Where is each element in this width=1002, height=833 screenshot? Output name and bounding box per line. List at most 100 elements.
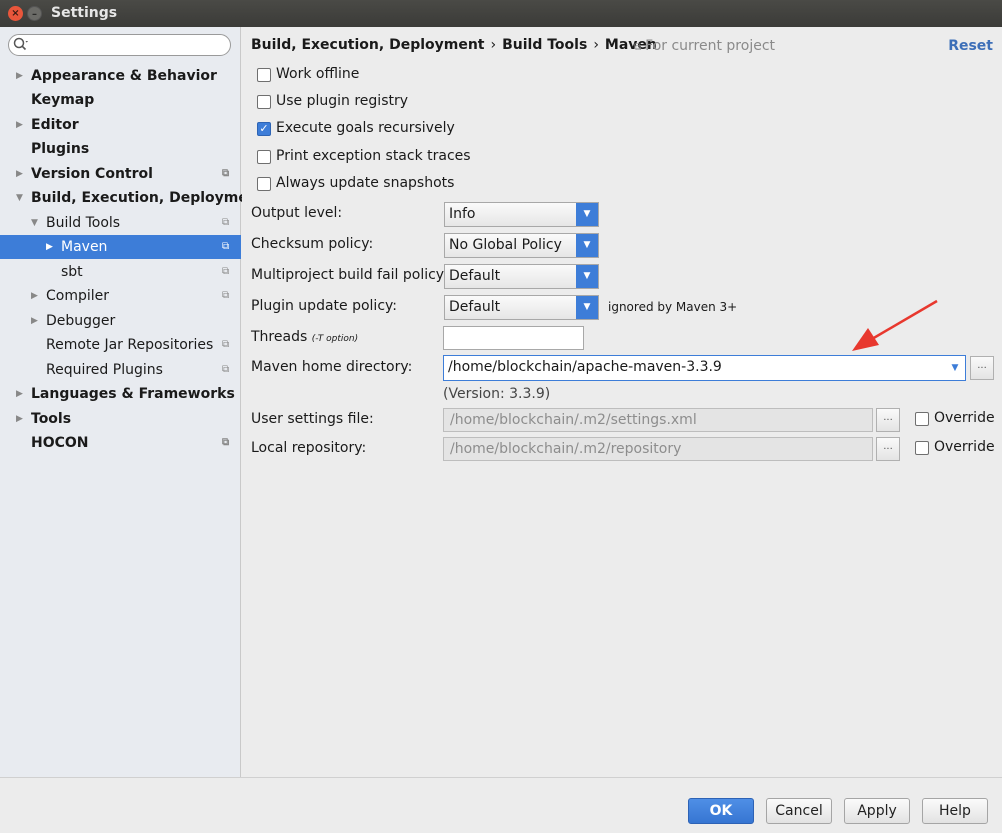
collapsed-arrow-icon[interactable]: ▶ — [31, 309, 38, 333]
sidebar-item-build-tools[interactable]: ▼ Build Tools ⧉ — [0, 211, 241, 235]
sidebar-item-label: Build, Execution, Deployment — [31, 190, 265, 206]
sidebar-item-editor[interactable]: ▶ Editor — [0, 113, 241, 137]
sidebar-item-tools[interactable]: ▶ Tools — [0, 407, 241, 431]
sidebar-item-label: Version Control — [31, 166, 153, 182]
multiproject-fail-policy-label: Multiproject build fail policy: — [251, 267, 448, 283]
checksum-policy-label: Checksum policy: — [251, 236, 374, 252]
sidebar-item-label: Maven — [61, 239, 108, 255]
expanded-arrow-icon[interactable]: ▼ — [31, 211, 38, 235]
checkbox-box[interactable] — [915, 412, 929, 426]
user-settings-field[interactable]: /home/blockchain/.m2/settings.xml — [443, 408, 873, 432]
sidebar-item-debugger[interactable]: ▶ Debugger — [0, 309, 241, 333]
sidebar-item-remote-jar-repositories[interactable]: Remote Jar Repositories ⧉ — [0, 333, 241, 357]
collapsed-arrow-icon[interactable]: ▶ — [16, 64, 23, 88]
project-scope-icon: ⧉ — [222, 364, 230, 375]
local-repository-label: Local repository: — [251, 440, 367, 456]
threads-label-text: Threads — [251, 329, 308, 345]
sidebar-item-languages-frameworks[interactable]: ▶ Languages & Frameworks — [0, 382, 241, 406]
checkbox-box[interactable] — [257, 95, 271, 109]
sidebar-item-compiler[interactable]: ▶ Compiler ⧉ — [0, 284, 241, 308]
sidebar-item-build-execution-deployment[interactable]: ▼ Build, Execution, Deployment — [0, 186, 265, 210]
local-repository-browse-button[interactable]: ... — [876, 437, 900, 461]
maven-home-browse-button[interactable]: ... — [970, 356, 994, 380]
threads-label: Threads (-T option) — [251, 329, 358, 345]
checkbox-box[interactable] — [257, 177, 271, 191]
checkbox-box[interactable] — [257, 68, 271, 82]
breadcrumb-item[interactable]: Build Tools — [502, 37, 587, 53]
expanded-arrow-icon[interactable]: ▼ — [16, 186, 23, 210]
chevron-down-icon[interactable]: ▼ — [576, 265, 598, 288]
collapsed-arrow-icon[interactable]: ▶ — [46, 235, 53, 259]
minimize-window-button[interactable]: – — [27, 6, 42, 21]
collapsed-arrow-icon[interactable]: ▶ — [16, 407, 23, 431]
local-repository-field[interactable]: /home/blockchain/.m2/repository — [443, 437, 873, 461]
apply-button[interactable]: Apply — [844, 798, 910, 824]
ok-button[interactable]: OK — [688, 798, 754, 824]
maven-home-value: /home/blockchain/apache-maven-3.3.9 — [448, 359, 722, 375]
multiproject-fail-policy-select[interactable]: Default ▼ — [444, 264, 599, 289]
select-value: No Global Policy — [449, 237, 562, 253]
chevron-down-icon[interactable]: ▼ — [576, 234, 598, 257]
select-value: Info — [449, 206, 476, 222]
collapsed-arrow-icon[interactable]: ▶ — [16, 162, 23, 186]
collapsed-arrow-icon[interactable]: ▶ — [31, 284, 38, 308]
reset-link[interactable]: Reset — [948, 38, 993, 54]
checkbox-label: Execute goals recursively — [276, 120, 455, 136]
select-value: Default — [449, 299, 501, 315]
sidebar-item-hocon[interactable]: HOCON ⧉ — [0, 431, 241, 455]
sidebar-item-label: Compiler — [46, 288, 110, 304]
output-level-label: Output level: — [251, 205, 343, 221]
search-icon — [13, 36, 29, 56]
sidebar-item-label: Tools — [31, 411, 72, 427]
chevron-down-icon[interactable]: ▼ — [945, 356, 965, 380]
project-scope-icon: ⧉ — [222, 266, 230, 277]
breadcrumb-separator: › — [490, 37, 497, 53]
sidebar-item-label: sbt — [61, 264, 83, 280]
dialog-footer: OK Cancel Apply Help — [0, 777, 1002, 833]
project-scope-icon: ⧉ — [634, 42, 642, 53]
checkbox-box[interactable] — [915, 441, 929, 455]
sidebar-item-label: Appearance & Behavior — [31, 68, 217, 84]
maven-home-combo[interactable]: /home/blockchain/apache-maven-3.3.9 ▼ — [443, 355, 966, 381]
collapsed-arrow-icon[interactable]: ▶ — [16, 113, 23, 137]
breadcrumb: Build, Execution, Deployment › Build Tools… — [251, 37, 657, 53]
checksum-policy-select[interactable]: No Global Policy ▼ — [444, 233, 599, 258]
checkbox-box[interactable] — [257, 150, 271, 164]
sidebar-item-version-control[interactable]: ▶ Version Control ⧉ — [0, 162, 241, 186]
collapsed-arrow-icon[interactable]: ▶ — [16, 382, 23, 406]
plugin-update-policy-label: Plugin update policy: — [251, 298, 397, 314]
breadcrumb-item[interactable]: Build, Execution, Deployment — [251, 37, 485, 53]
sidebar-item-required-plugins[interactable]: Required Plugins ⧉ — [0, 358, 241, 382]
sidebar-item-label: Debugger — [46, 313, 116, 329]
threads-input[interactable] — [443, 326, 584, 350]
user-settings-value: /home/blockchain/.m2/settings.xml — [450, 412, 697, 428]
sidebar-item-label: Keymap — [31, 92, 95, 108]
sidebar-item-plugins[interactable]: Plugins — [0, 137, 241, 161]
select-value: Default — [449, 268, 501, 284]
plugin-update-policy-select[interactable]: Default ▼ — [444, 295, 599, 320]
user-settings-browse-button[interactable]: ... — [876, 408, 900, 432]
maven-version-label: (Version: 3.3.9) — [443, 386, 551, 402]
sidebar-item-maven[interactable]: ▶ Maven ⧉ — [0, 235, 241, 259]
cancel-button[interactable]: Cancel — [766, 798, 832, 824]
checkbox-label: Work offline — [276, 66, 360, 82]
close-window-button[interactable]: × — [8, 6, 23, 21]
project-scope-icon: ⧉ — [222, 437, 230, 448]
sidebar-item-label: Plugins — [31, 141, 90, 157]
sidebar-item-appearance-behavior[interactable]: ▶ Appearance & Behavior — [0, 64, 241, 88]
sidebar-item-label: HOCON — [31, 435, 89, 451]
output-level-select[interactable]: Info ▼ — [444, 202, 599, 227]
help-button[interactable]: Help — [922, 798, 988, 824]
sidebar-item-keymap[interactable]: Keymap — [0, 88, 241, 112]
chevron-down-icon[interactable]: ▼ — [576, 296, 598, 319]
settings-search-input[interactable] — [8, 34, 231, 56]
sidebar-item-label: Required Plugins — [46, 362, 163, 378]
local-repository-value: /home/blockchain/.m2/repository — [450, 441, 682, 457]
breadcrumb-separator: › — [593, 37, 599, 53]
project-scope-icon: ⧉ — [222, 241, 230, 252]
checkbox-box[interactable]: ✓ — [257, 122, 271, 136]
sidebar-item-sbt[interactable]: sbt ⧉ — [0, 260, 241, 284]
sidebar-item-label: Remote Jar Repositories — [46, 337, 214, 353]
chevron-down-icon[interactable]: ▼ — [576, 203, 598, 226]
checkbox-label: Use plugin registry — [276, 93, 409, 109]
